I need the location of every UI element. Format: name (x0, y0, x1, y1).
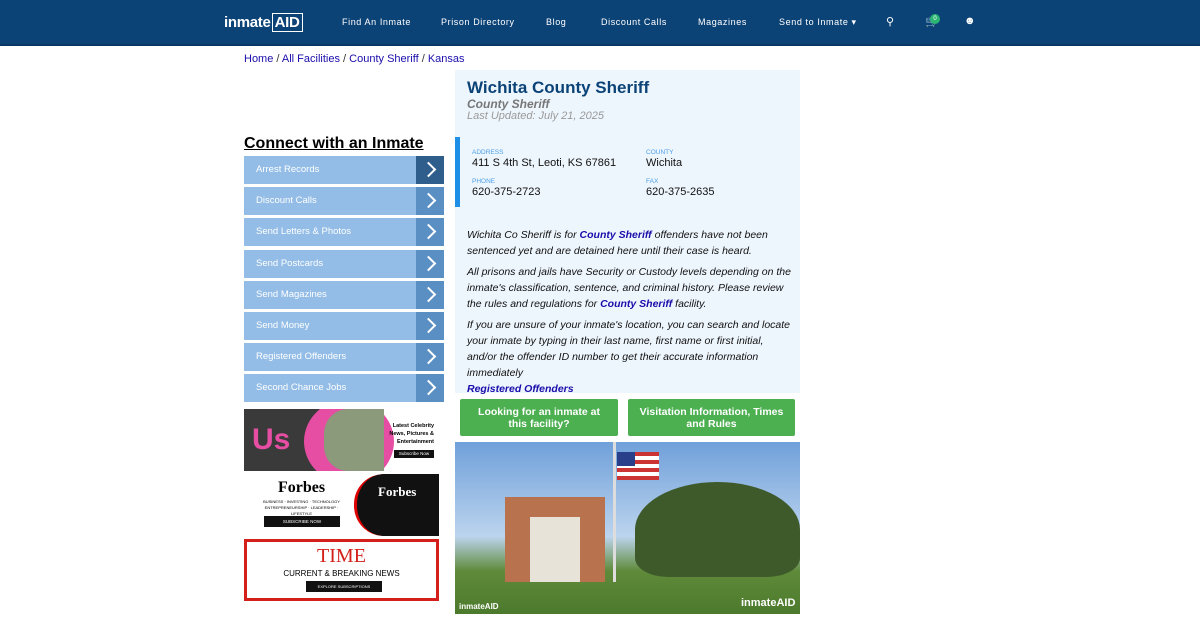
contact-info: ADDRESS 411 S 4th St, Leoti, KS 67861 CO… (455, 137, 800, 207)
sidebar-item-label: Send Postcards (256, 257, 324, 269)
ad-cta: Subscribe Now (394, 450, 434, 458)
facility-panel: Wichita County Sheriff County Sheriff La… (455, 70, 800, 395)
last-updated: Last Updated: July 21, 2025 (467, 110, 604, 122)
top-nav: inmate AID Find An Inmate Prison Director… (0, 0, 1200, 46)
us-logo: Us (252, 423, 291, 456)
ad-text: BUSINESS · INVESTING · TECHNOLOGY ENTREP… (263, 499, 340, 516)
county-sheriff-link[interactable]: County Sheriff (600, 298, 672, 310)
facility-description: Wichita Co Sheriff is for County Sheriff… (467, 227, 792, 402)
address-label: ADDRESS (472, 149, 504, 156)
sidebar-item-registered-offenders[interactable]: Registered Offenders (244, 343, 444, 372)
chevron-right-icon (416, 156, 444, 184)
watermark: inmateAID (741, 597, 796, 609)
forbes-ad[interactable]: Forbes Forbes BUSINESS · INVESTING · TEC… (244, 474, 439, 536)
ad-cta: SUBSCRIBE NOW (264, 516, 340, 527)
desc-text: Wichita Co Sheriff is for (467, 229, 580, 241)
nav-blog[interactable]: Blog (546, 17, 566, 27)
chevron-right-icon (416, 249, 444, 278)
sidebar-item-label: Second Chance Jobs (256, 382, 347, 394)
phone-label: PHONE (472, 178, 496, 185)
flag (617, 452, 659, 480)
facility-photo: inmateAID inmateAID (455, 442, 800, 614)
desc-text: facility. (672, 298, 707, 310)
sidebar-item-send-magazines[interactable]: Send Magazines (244, 280, 444, 309)
sidebar-item-second-chance-jobs[interactable]: Second Chance Jobs (244, 374, 444, 403)
user-icon[interactable]: ☻ (964, 15, 976, 27)
find-inmate-button[interactable]: Looking for an inmate at this facility? (460, 399, 618, 436)
county-sheriff-link[interactable]: County Sheriff (580, 229, 652, 241)
nav-prison-directory[interactable]: Prison Directory (441, 17, 515, 27)
county-label: COUNTY (646, 149, 674, 156)
sidebar-item-label: Discount Calls (256, 195, 317, 207)
sidebar-item-send-letters[interactable]: Send Letters & Photos (244, 218, 444, 247)
nav-find-inmate[interactable]: Find An Inmate (342, 17, 411, 27)
cart-count-badge: 0 (930, 14, 940, 24)
facility-type: County Sheriff (467, 97, 550, 111)
crumb-kansas[interactable]: Kansas (428, 53, 465, 65)
us-weekly-ad[interactable]: Us Latest Celebrity News, Pictures & Ent… (244, 409, 439, 471)
sidebar-menu: Arrest Records Discount Calls Send Lette… (244, 156, 444, 406)
registered-offenders-link[interactable]: Registered Offenders (467, 383, 574, 395)
logo[interactable]: inmate AID (224, 13, 303, 32)
time-logo: TIME (317, 545, 366, 567)
visitation-info-button[interactable]: Visitation Information, Times and Rules (628, 399, 795, 436)
page-title: Wichita County Sheriff (467, 78, 650, 97)
forbes-cover-logo: Forbes (378, 484, 417, 499)
search-icon[interactable]: ⚲ (886, 15, 894, 28)
chevron-right-icon (416, 311, 444, 340)
chevron-right-icon (416, 280, 444, 309)
sidebar-item-label: Send Money (256, 319, 310, 331)
sidebar-item-label: Arrest Records (256, 164, 320, 175)
sidebar-item-label: Send Letters & Photos (256, 226, 352, 238)
nav-send-to-inmate[interactable]: Send to Inmate ▾ (779, 17, 857, 28)
crumb-county-sheriff[interactable]: County Sheriff (349, 53, 419, 65)
time-ad[interactable]: TIME CURRENT & BREAKING NEWS EXPLORE SUB… (244, 539, 439, 601)
address-value: 411 S 4th St, Leoti, KS 67861 (472, 157, 617, 169)
chevron-right-icon (416, 218, 444, 247)
ad-text: Latest Celebrity News, Pictures & Entert… (389, 423, 434, 445)
phone-value: 620-375-2723 (472, 186, 541, 198)
chevron-right-icon (416, 343, 444, 372)
fax-value: 620-375-2635 (646, 186, 715, 198)
crumb-home[interactable]: Home (244, 53, 273, 65)
desc-text: If you are unsure of your inmate's locat… (467, 319, 791, 379)
sidebar-item-send-money[interactable]: Send Money (244, 311, 444, 340)
chevron-right-icon (416, 374, 444, 403)
forbes-logo: Forbes (278, 479, 326, 496)
ad-cta: EXPLORE SUBSCRIPTIONS (306, 581, 382, 592)
county-value: Wichita (646, 157, 683, 169)
flagpole (613, 442, 616, 582)
sidebar-item-send-postcards[interactable]: Send Postcards (244, 249, 444, 278)
trees (635, 482, 800, 577)
chevron-right-icon (416, 187, 444, 216)
sidebar-item-arrest-records[interactable]: Arrest Records (244, 156, 444, 184)
breadcrumb: Home / All Facilities / County Sheriff /… (244, 53, 465, 65)
sidebar-item-label: Send Magazines (256, 288, 327, 300)
nav-magazines[interactable]: Magazines (698, 17, 747, 27)
crumb-all-facilities[interactable]: All Facilities (282, 53, 340, 65)
fax-label: FAX (646, 178, 659, 185)
watermark: inmateAID (459, 602, 499, 611)
sidebar-heading: Connect with an Inmate (244, 135, 424, 152)
nav-discount-calls[interactable]: Discount Calls (601, 17, 667, 27)
sidebar-item-discount-calls[interactable]: Discount Calls (244, 187, 444, 216)
ad-text: CURRENT & BREAKING NEWS (283, 569, 400, 578)
sidebar-item-label: Registered Offenders (256, 351, 347, 363)
courthouse (505, 497, 605, 582)
